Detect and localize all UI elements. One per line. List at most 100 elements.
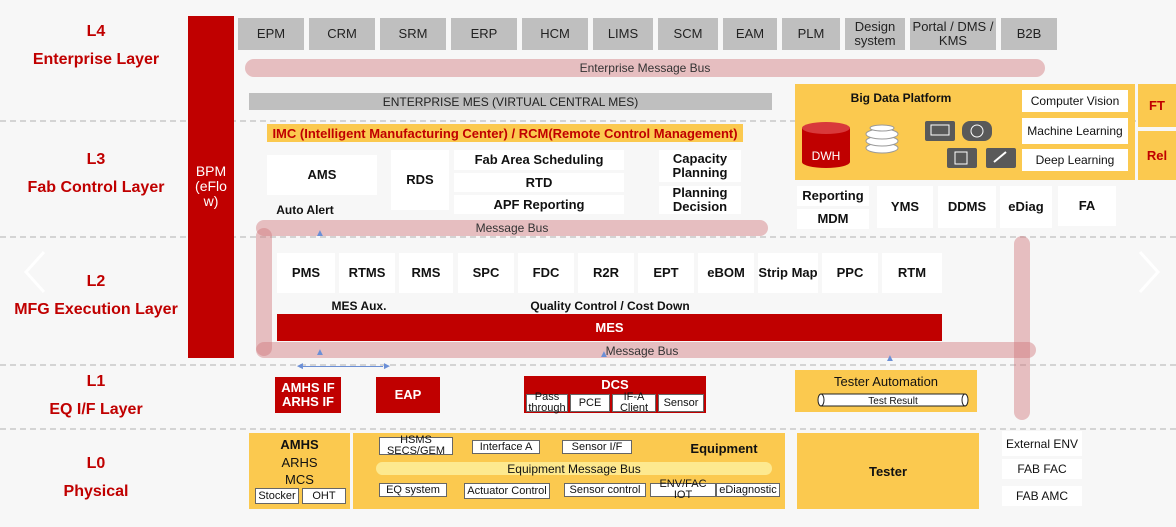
fab-fac-box: FAB FAC [1002, 459, 1082, 479]
enterprise-mes: ENTERPRISE MES (VIRTUAL CENTRAL MES) [249, 93, 772, 110]
message-bus-bottom-label: Message Bus [605, 343, 679, 358]
fa-box: FA [1058, 186, 1116, 226]
module-rtms: RTMS [339, 253, 395, 293]
imc-label: IMC (Intelligent Manufacturing Center) /… [272, 125, 738, 141]
app-plm: PLM [782, 18, 840, 50]
dcs-if-a-client: IF-A Client [612, 392, 656, 414]
layer-code: L3 [86, 151, 106, 168]
ft-label: FT [1149, 98, 1165, 113]
fab-area-scheduling-box: Fab Area Scheduling [454, 150, 624, 170]
app-b2b: B2B [1001, 18, 1057, 50]
amhs-if-label: AMHS IF [281, 380, 335, 395]
test-result-label: Test Result [868, 395, 918, 407]
dcs-label: DCS [601, 377, 629, 392]
stocker-box: Stocker [255, 488, 299, 504]
module-r2r: R2R [578, 253, 634, 293]
edit-icon [986, 148, 1016, 168]
app-scm: SCM [658, 18, 718, 50]
layer-label-l4: L4 Enterprise Layer [6, 18, 186, 74]
app-hcm: HCM [522, 18, 588, 50]
app-epm: EPM [238, 18, 304, 50]
mdm-box: MDM [797, 209, 869, 229]
module-strip-map: Strip Map [758, 253, 818, 293]
ediag-box: eDiag [1000, 186, 1052, 228]
app-design-system: Design system [845, 18, 905, 50]
hsms-secs-gem-box: HSMS SECS/GEM [379, 435, 453, 457]
rtd-box: RTD [454, 173, 624, 192]
layer-name: EQ I/F Layer [49, 401, 143, 418]
arrow-icon: ◄ [295, 361, 305, 372]
oht-box: OHT [302, 488, 346, 504]
amhs-if-box: AMHS IF ARHS IF [275, 377, 341, 413]
sensor-control-box: Sensor control [564, 483, 646, 497]
big-data-title: Big Data Platform [850, 91, 952, 105]
apf-reporting-box: APF Reporting [454, 195, 624, 214]
message-bus-right [1014, 236, 1030, 420]
arhs-label: ARHS [281, 454, 318, 470]
tester-label: Tester [868, 463, 908, 479]
ams-box: AMS [267, 155, 377, 195]
reporting-box: Reporting [797, 186, 869, 206]
dcs-sensor: Sensor [658, 394, 704, 412]
bpm-label: w) [203, 193, 219, 209]
layer-code: L4 [86, 23, 106, 40]
layer-name: Enterprise Layer [32, 51, 160, 68]
quality-control-label: Quality Control / Cost Down [530, 299, 690, 313]
arrow-icon: ▲ [885, 353, 895, 364]
bpm-label: (eFlo [195, 178, 227, 194]
dwh-label: DWH [811, 149, 841, 163]
arrow-icon: ► [382, 361, 392, 372]
auto-alert-label: Auto Alert [276, 203, 334, 217]
actuator-control-box: Actuator Control [464, 483, 550, 499]
layer-name: Physical [63, 483, 129, 500]
app-erp: ERP [451, 18, 517, 50]
app-portal-dms-kms: Portal / DMS / KMS [910, 18, 996, 50]
sensor-if-box: Sensor I/F [562, 440, 632, 454]
module-rms: RMS [399, 253, 453, 293]
computer-vision: Computer Vision [1022, 90, 1128, 112]
rds-box: RDS [391, 150, 449, 210]
bpm-label: BPM [195, 163, 227, 179]
module-ept: EPT [638, 253, 694, 293]
separator-l2-l1 [0, 364, 1176, 366]
equipment-label: Equipment [690, 440, 758, 456]
layer-label-l0: L0 Physical [6, 450, 186, 506]
brain-icon [962, 121, 992, 141]
module-pms: PMS [277, 253, 335, 293]
capacity-planning-box: Capacity Planning [659, 150, 741, 182]
previous-slide-icon[interactable] [20, 248, 50, 296]
tester-automation-label: Tester Automation [833, 373, 939, 389]
deep-learning: Deep Learning [1022, 149, 1128, 171]
message-bus-top: Message Bus [256, 220, 768, 236]
arhs-if-label: ARHS IF [282, 394, 334, 409]
separator-l3-l2 [0, 236, 1176, 238]
env-fac-iot-box: ENV/FAC IOT [650, 479, 716, 501]
module-rtm: RTM [882, 253, 942, 293]
dcs-pce: PCE [570, 394, 610, 412]
app-lims: LIMS [593, 18, 653, 50]
layer-code: L1 [86, 373, 106, 390]
planning-decision-box: Planning Decision [659, 186, 741, 214]
layer-name: Fab Control Layer [27, 179, 165, 196]
app-crm: CRM [309, 18, 375, 50]
arrow-icon: ▲ [315, 347, 325, 358]
layer-name: MFG Execution Layer [14, 301, 178, 318]
next-slide-icon[interactable] [1134, 248, 1164, 296]
rel-label: Rel [1146, 148, 1168, 163]
layer-label-l1: L1 EQ I/F Layer [6, 368, 186, 424]
mes-bar: MES [277, 314, 942, 341]
ddms-box: DDMS [938, 186, 996, 228]
external-env-box: External ENV [1002, 431, 1082, 456]
enterprise-message-bus: Enterprise Message Bus [245, 59, 1045, 77]
module-ebom: eBOM [698, 253, 754, 293]
connector-line [303, 366, 383, 367]
amhs-label: AMHS [280, 436, 319, 452]
eq-system-box: EQ system [379, 483, 447, 497]
machine-learning: Machine Learning [1022, 118, 1128, 144]
app-srm: SRM [380, 18, 446, 50]
database-stack-icon [865, 124, 899, 154]
interface-a-box: Interface A [472, 440, 540, 454]
message-bus-left [256, 228, 272, 356]
separator-l1-l0 [0, 428, 1176, 430]
arrow-icon: ▲ [315, 228, 325, 239]
